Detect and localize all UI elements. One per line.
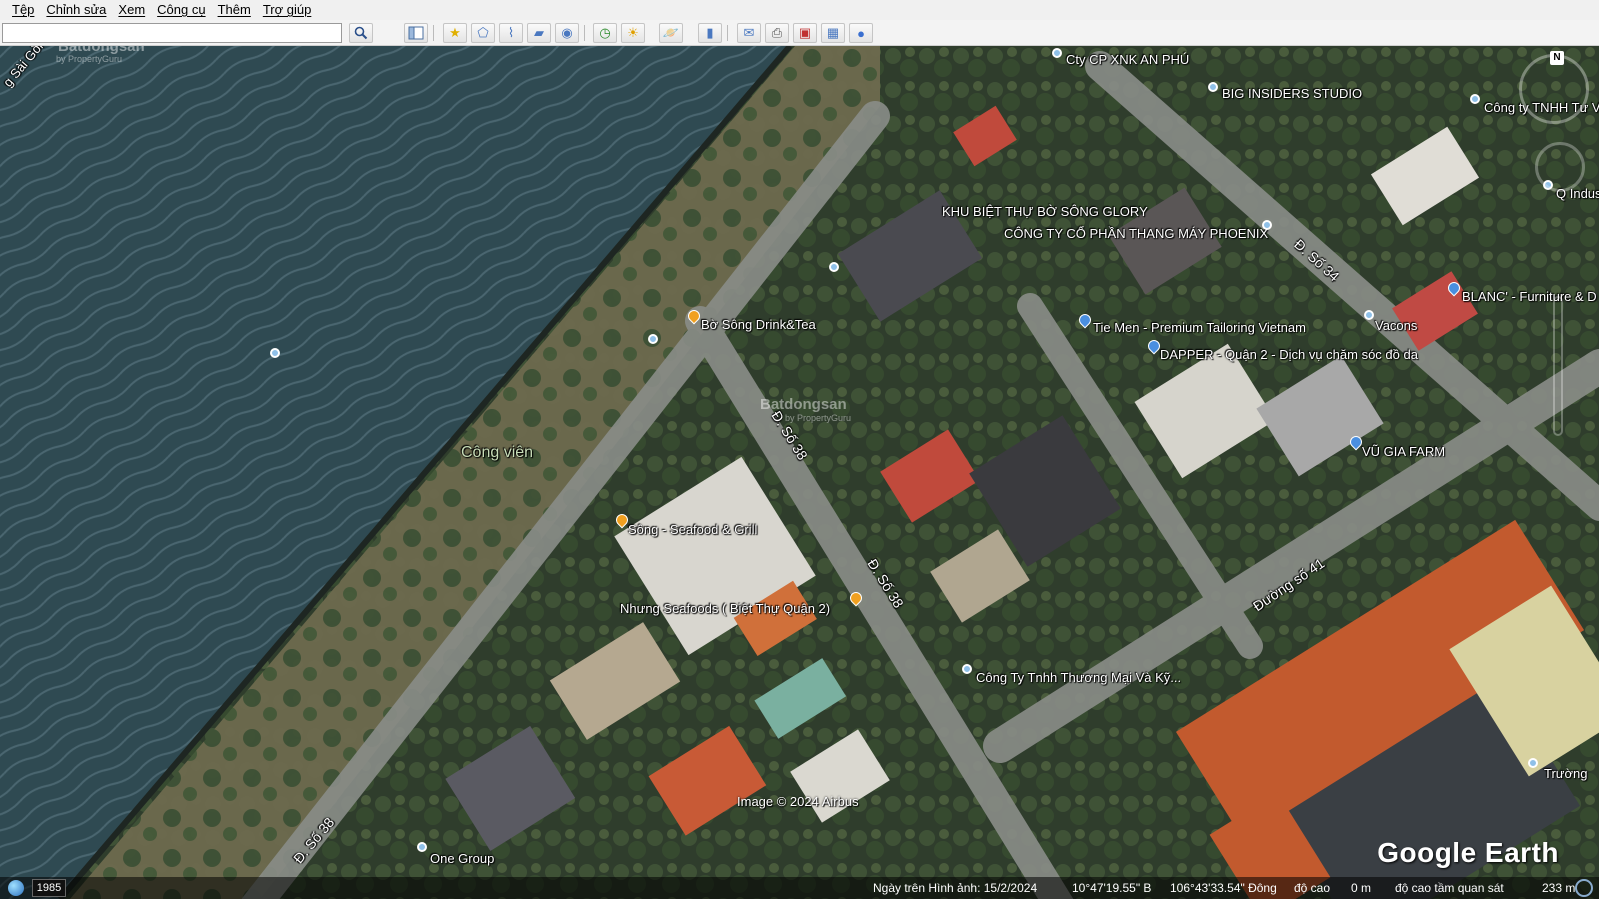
menu-bar: Tệp Chỉnh sửa Xem Công cụ Thêm Trợ giúp [0,0,1599,20]
sidebar-icon [408,26,424,40]
place-icon [1262,220,1272,230]
email-button[interactable]: ✉ [737,23,761,43]
toolbar-divider [727,25,728,41]
label-company-an-phu[interactable]: Cty CP XNK AN PHÚ [1066,52,1189,67]
google-maps-icon: ● [857,25,865,41]
record-tour-button[interactable]: ◉ [555,23,579,43]
imagery-date: Ngày trên Hình ảnh: 15/2/2024 [873,881,1038,895]
menu-view[interactable]: Xem [112,0,151,20]
label-vacons[interactable]: Vacons [1375,318,1417,333]
eye-altitude-value: 233 m [1542,881,1576,895]
map-view[interactable]: Batdongsan by PropertyGuru Batdongsan by… [0,46,1599,899]
elevation-value: 0 m [1351,881,1372,895]
status-bar: 1985 Ngày trên Hình ảnh: 15/2/2024 10°47… [0,877,1599,899]
label-bo-song-drink[interactable]: Bờ Sông Drink&Tea [701,317,816,332]
label-phoenix[interactable]: CÔNG TY CỔ PHẦN THANG MÁY PHOENIX [1004,226,1268,241]
menu-tools[interactable]: Công cụ [151,0,211,20]
place-icon [1052,48,1062,58]
google-earth-window: Tệp Chỉnh sửa Xem Công cụ Thêm Trợ giúp … [0,0,1599,899]
place-icon [1208,82,1218,92]
compass-control[interactable]: N [1519,51,1589,124]
toolbar-divider [433,25,434,41]
place-icon [270,348,280,358]
menu-add[interactable]: Thêm [212,0,257,20]
ruler-button[interactable]: ▮ [698,23,722,43]
elevation-label: độ cao [1294,881,1331,895]
school-icon [1528,758,1538,768]
place-icon [417,842,427,852]
label-big-insiders[interactable]: BIG INSIDERS STUDIO [1222,86,1362,101]
tour-icon: ◉ [561,25,573,40]
toolbar: ★ ⬠ ⌇ ▰ ◉ ◷ ☀ 🪐 ▮ ✉ ⎙ ▣ ▦ ● [0,20,1599,46]
label-nhung-seafoods[interactable]: Nhưng Seafoods ( Biệt Thự Quận 2) [620,601,830,616]
add-overlay-button[interactable]: ▰ [527,23,551,43]
latitude: 10°47'19.55" B [1072,881,1152,895]
label-tie-men[interactable]: Tie Men - Premium Tailoring Vietnam [1093,320,1306,335]
label-blanc[interactable]: BLANC' - Furniture & D [1462,289,1597,304]
overlay-icon: ▰ [534,25,544,40]
google-maps-button[interactable]: ● [849,23,873,43]
sunlight-icon: ☀ [627,25,639,40]
placemark-icon: ★ [449,25,461,40]
place-icon [1470,94,1480,104]
satellite-imagery [0,46,1599,899]
add-path-button[interactable]: ⌇ [499,23,523,43]
search-button[interactable] [349,23,373,43]
label-vu-gia-farm[interactable]: VŨ GIA FARM [1362,444,1445,459]
planets-button[interactable]: 🪐 [659,23,683,43]
map-view-icon: ▦ [826,25,840,40]
search-icon [354,26,368,40]
toolbar-divider [584,25,585,41]
place-icon [1364,310,1374,320]
save-image-icon: ▣ [798,25,812,40]
menu-help[interactable]: Trợ giúp [257,0,318,20]
streaming-indicator-icon [1575,879,1593,897]
search-input[interactable] [2,23,342,43]
menu-edit[interactable]: Chỉnh sửa [40,0,112,20]
label-khu-biet-thu[interactable]: KHU BIỆT THỰ BỜ SÔNG GLORY [942,204,1148,219]
place-icon [829,262,839,272]
print-icon: ⎙ [771,25,783,40]
historical-imagery-icon: ◷ [599,25,611,40]
planets-icon: 🪐 [662,25,680,40]
label-truong[interactable]: Trường [1544,766,1587,781]
polygon-icon: ⬠ [477,25,489,40]
look-joystick[interactable] [1535,142,1585,192]
historical-imagery-button[interactable]: ◷ [593,23,617,43]
image-credit: Image © 2024 Airbus [737,794,859,809]
label-one-group[interactable]: One Group [430,851,494,866]
path-icon: ⌇ [507,25,515,40]
map-view-button[interactable]: ▦ [821,23,845,43]
watermark-center: Batdongsan [760,396,847,413]
save-image-button[interactable]: ▣ [793,23,817,43]
google-earth-logo: Google Earth [1377,837,1559,868]
label-park[interactable]: Công viên [461,444,533,462]
menu-file[interactable]: Tệp [6,0,40,20]
longitude: 106°43'33.54" Đông [1170,881,1277,895]
watermark-top-sub: by PropertyGuru [56,54,123,64]
add-placemark-button[interactable]: ★ [443,23,467,43]
add-polygon-button[interactable]: ⬠ [471,23,495,43]
label-dapper[interactable]: DAPPER - Quận 2 - Dịch vụ chăm sóc đồ da [1160,347,1418,362]
eye-altitude-label: độ cao tầm quan sát [1395,881,1504,895]
zoom-slider[interactable] [1553,296,1563,436]
label-song-seafood[interactable]: Sông - Seafood & Grill [628,522,757,537]
historical-year[interactable]: 1985 [32,879,66,897]
print-button[interactable]: ⎙ [765,23,789,43]
sunlight-button[interactable]: ☀ [621,23,645,43]
place-icon [648,334,658,344]
ruler-icon: ▮ [706,25,714,40]
label-cong-ty-thuong-mai[interactable]: Công Ty Tnhh Thương Mại Và Kỹ... [976,670,1181,685]
sidebar-toggle-button[interactable] [404,23,428,43]
globe-icon[interactable] [8,880,24,896]
place-icon [962,664,972,674]
email-icon: ✉ [743,25,755,40]
watermark-center-sub: by PropertyGuru [785,413,852,423]
north-indicator[interactable]: N [1550,51,1564,65]
